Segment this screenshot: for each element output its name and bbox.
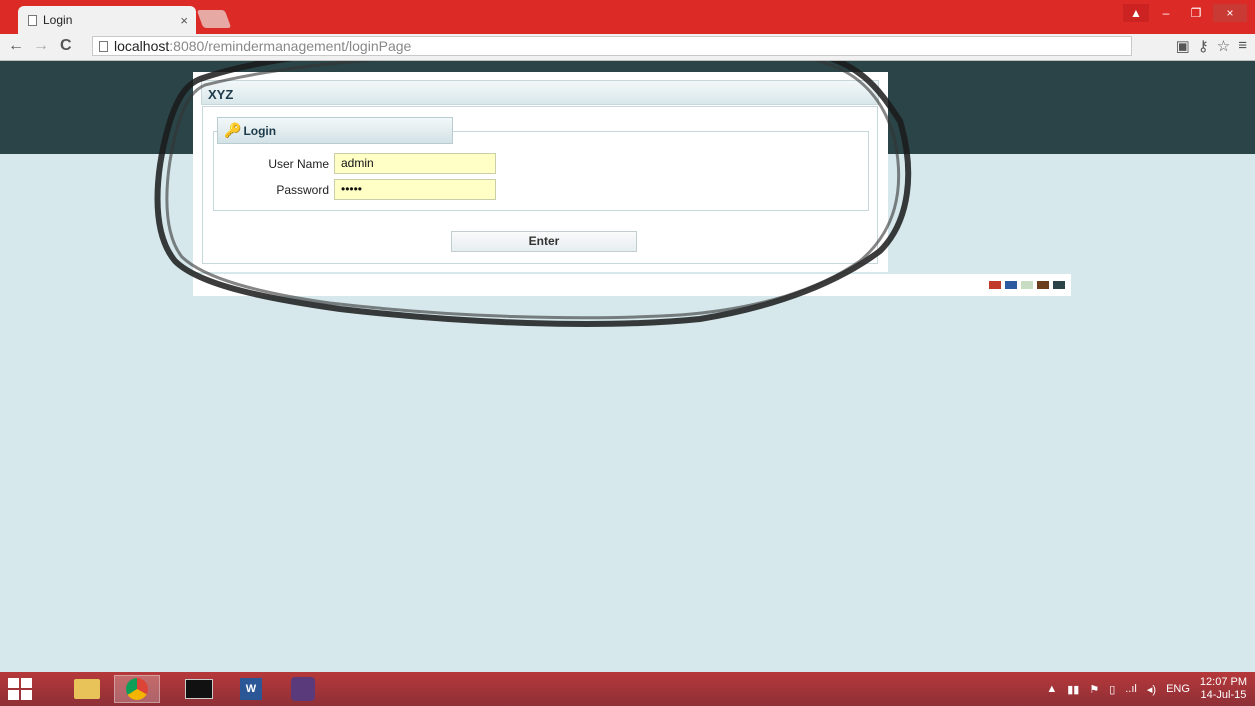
word-icon: W [240,678,262,700]
key-icon: 🔑 [224,122,242,138]
terminal-icon [185,679,213,699]
login-legend: 🔑 Login [217,117,453,144]
username-input[interactable]: admin [334,153,496,174]
url-path: :8080/remindermanagement/loginPage [169,38,412,54]
start-button[interactable] [8,678,32,700]
theme-swatch[interactable] [1005,281,1017,289]
window-controls: ▲ – ❐ × [1123,4,1247,22]
tab-title: Login [43,13,73,27]
login-container: XYZ User Name admin Password ••••• 🔑 Log… [193,72,888,272]
url-host: localhost [114,38,170,54]
browser-toolbar: ← → C localhost:8080/remindermanagement/… [0,34,1255,61]
password-input[interactable]: ••••• [334,179,496,200]
username-row: User Name admin [214,153,870,175]
system-tray: ▲ ▮▮ ⚑ ▯ ..ıl ◂) ENG 12:07 PM 14-Jul-15 [1046,672,1247,706]
key-icon[interactable]: ⚷ [1198,37,1209,55]
browser-tab[interactable]: Login × [18,6,196,34]
bookmark-star-icon[interactable]: ☆ [1217,37,1230,55]
chrome-menu-icon[interactable]: ≡ [1238,37,1247,55]
action-center-icon[interactable]: ⚑ [1089,683,1099,696]
username-label: User Name [268,157,329,171]
theme-swatch[interactable] [1037,281,1049,289]
back-button[interactable]: ← [8,37,24,55]
minimize-button[interactable]: – [1153,4,1179,22]
login-legend-label: Login [243,123,277,138]
user-profile-icon[interactable]: ▲ [1123,4,1149,22]
password-row: Password ••••• [214,179,870,201]
eclipse-icon [291,677,315,701]
enter-button[interactable]: Enter [451,231,637,252]
battery-icon[interactable]: ▯ [1109,683,1115,696]
page-icon [28,14,37,26]
tray-expand-icon[interactable]: ▲ [1046,683,1057,695]
tab-close-icon[interactable]: × [180,13,188,28]
address-bar[interactable]: localhost:8080/remindermanagement/loginP… [92,36,1132,56]
theme-swatches [989,281,1065,289]
file-explorer-taskbar-button[interactable] [64,675,110,703]
password-label: Password [276,183,329,197]
clock-time: 12:07 PM [1199,676,1247,688]
app-brand: XYZ [201,80,879,105]
clock-date: 14-Jul-15 [1200,689,1247,701]
chrome-taskbar-button[interactable] [114,675,160,703]
folder-icon [74,679,100,699]
toolbar-right: ▣ ⚷ ☆ ≡ [1176,37,1247,55]
command-prompt-taskbar-button[interactable] [176,675,222,703]
browser-titlebar: Login × ▲ – ❐ × [0,0,1255,34]
forward-button[interactable]: → [33,37,49,55]
network-icon[interactable]: ▮▮ [1067,683,1079,696]
volume-icon[interactable]: ◂) [1147,683,1156,696]
word-taskbar-button[interactable]: W [228,675,274,703]
login-panel: User Name admin Password ••••• 🔑 Login E… [202,106,878,264]
clock[interactable]: 12:07 PM 14-Jul-15 [1200,676,1247,702]
extension-icon[interactable]: ▣ [1176,37,1190,55]
close-window-button[interactable]: × [1213,4,1247,22]
language-indicator[interactable]: ENG [1166,683,1190,695]
new-tab-button[interactable] [196,10,232,28]
restore-button[interactable]: ❐ [1183,4,1209,22]
page-icon [99,40,108,52]
page-content: XYZ User Name admin Password ••••• 🔑 Log… [0,61,1255,672]
signal-icon[interactable]: ..ıl [1125,683,1137,695]
theme-swatch[interactable] [1053,281,1065,289]
chrome-icon [126,678,148,700]
theme-swatch[interactable] [989,281,1001,289]
java-ee-ide-taskbar-button[interactable] [280,675,326,703]
taskbar: W ▲ ▮▮ ⚑ ▯ ..ıl ◂) ENG 12:07 PM 14-Jul-1… [0,672,1255,706]
windows-logo-icon [8,678,19,688]
reload-button[interactable]: C [60,37,72,55]
footer-strip [193,274,1071,296]
theme-swatch[interactable] [1021,281,1033,289]
